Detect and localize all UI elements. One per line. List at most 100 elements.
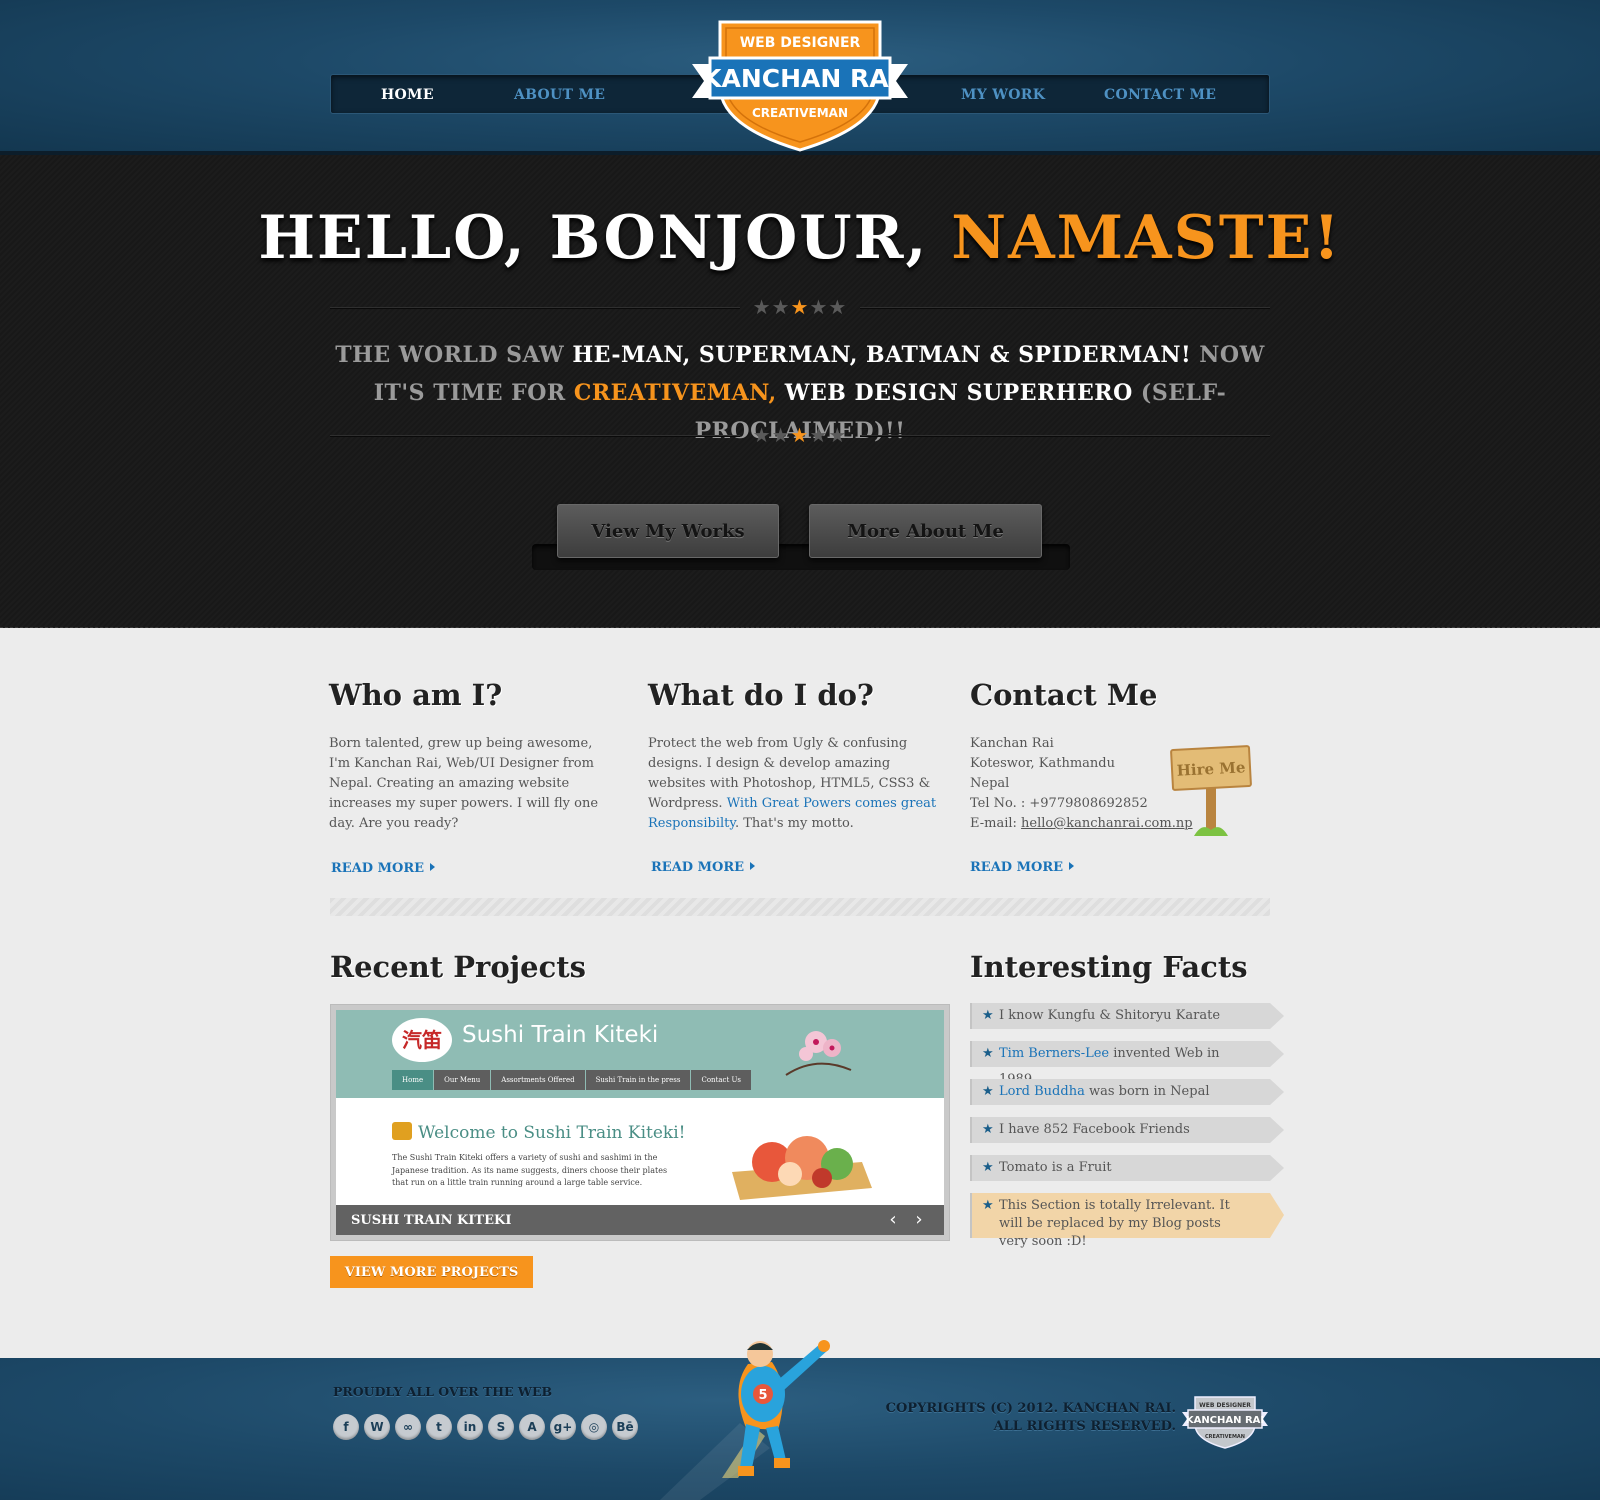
sushi-body-text: The Sushi Train Kiteki offers a variety … <box>392 1153 668 1187</box>
google-plus-icon[interactable]: g+ <box>550 1414 576 1440</box>
dribbble-ball-icon[interactable]: ◎ <box>581 1414 607 1440</box>
fact-label: Tomato is a Fruit <box>999 1160 1112 1175</box>
sushi-menu-item: Home <box>392 1070 435 1090</box>
sushi-menu-item: Contact Us <box>691 1070 752 1090</box>
footer-logo[interactable]: WEB DESIGNER KANCHAN RAI CREATIVEMAN <box>1180 1394 1270 1450</box>
footer-logo-bottom: CREATIVEMAN <box>1205 1434 1245 1440</box>
skype-icon[interactable]: S <box>488 1414 514 1440</box>
star-icon: ★ <box>982 1008 994 1023</box>
project-screenshot[interactable]: 汽笛 Sushi Train Kiteki Home Our Menu Asso… <box>336 1010 944 1235</box>
contact-title: Contact Me <box>970 678 1158 712</box>
logo-name-text: KANCHAN RAI <box>702 64 898 93</box>
fact-link[interactable]: Lord Buddha <box>999 1084 1085 1099</box>
divider-line <box>330 307 740 309</box>
fact-text: Tomato is a Fruit <box>972 1155 1270 1181</box>
fact-text: This Section is totally Irrelevant. It w… <box>972 1197 1270 1251</box>
fact-text: I have 852 Facebook Friends <box>972 1117 1270 1143</box>
logo-bottom-text: CREATIVEMAN <box>752 106 848 120</box>
footer-logo-name: KANCHAN RAI <box>1186 1415 1264 1426</box>
fact-item: ★ Tomato is a Fruit <box>970 1155 1284 1181</box>
behance-icon[interactable]: Bē <box>612 1414 638 1440</box>
contact-email-label: E-mail: <box>970 816 1022 831</box>
linkedin-icon[interactable]: in <box>457 1414 483 1440</box>
sushi-plate-image <box>732 1136 872 1200</box>
interesting-facts-title: Interesting Facts <box>970 950 1248 984</box>
more-about-me-button[interactable]: More About Me <box>809 504 1042 558</box>
fact-item: ★ I know Kungfu & Shitoryu Karate <box>970 1003 1284 1029</box>
fact-item-highlight: ★ This Section is totally Irrelevant. It… <box>970 1193 1284 1249</box>
fact-label: This Section is totally Irrelevant. It w… <box>999 1198 1230 1249</box>
next-arrow-icon[interactable]: › <box>909 1210 929 1230</box>
site-logo[interactable]: WEB DESIGNER KANCHAN RAI CREATIVEMAN <box>690 14 910 154</box>
deviantart-icon[interactable]: A <box>519 1414 545 1440</box>
sushi-site-name: Sushi Train Kiteki <box>462 1022 659 1048</box>
stars-icon: ★★★★★ <box>752 423 848 447</box>
read-more-label: READ MORE <box>331 861 425 876</box>
nav-work[interactable]: MY WORK <box>961 87 1045 103</box>
divider-line <box>860 435 1270 437</box>
fact-label: I have 852 Facebook Friends <box>999 1122 1190 1137</box>
tagline-heroes: HE-MAN, SUPERMAN, BATMAN <box>572 342 982 368</box>
dribbble-icon[interactable]: ∞ <box>395 1414 421 1440</box>
twitter-icon[interactable]: t <box>426 1414 452 1440</box>
star-divider-top: ★★★★★ <box>330 297 1270 317</box>
divider-line <box>860 307 1270 309</box>
wordpress-icon[interactable]: W <box>364 1414 390 1440</box>
star-icon: ★ <box>982 1122 994 1137</box>
view-my-works-button[interactable]: View My Works <box>557 504 779 558</box>
fact-label: I know Kungfu & Shitoryu Karate <box>999 1008 1221 1023</box>
nav-contact[interactable]: CONTACT ME <box>1104 87 1216 103</box>
fact-item: ★ Tim Berners-Lee invented Web in 1989 <box>970 1041 1284 1087</box>
who-am-i-title: Who am I? <box>329 678 503 712</box>
fact-text: Lord Buddha was born in Nepal <box>972 1079 1270 1105</box>
tagline-superhero: WEB DESIGN SUPERHERO <box>776 380 1133 406</box>
hire-me-sign[interactable]: Hire Me <box>1168 740 1256 840</box>
arrow-right-icon <box>750 862 756 870</box>
hero-title-white: HELLO, BONJOUR, <box>258 203 952 273</box>
what-do-i-do-title: What do I do? <box>648 678 874 712</box>
fact-item: ★ Lord Buddha was born in Nepal <box>970 1079 1284 1105</box>
facebook-icon[interactable]: f <box>333 1414 359 1440</box>
contact-phone: Tel No. : +9779808692852 <box>970 796 1148 811</box>
site-header: HOME ABOUT ME MY WORK CONTACT ME WEB DES… <box>0 0 1600 155</box>
section-divider-stripe <box>330 898 1270 916</box>
slide-caption: SUSHI TRAIN KITEKI ‹ › <box>336 1205 944 1235</box>
sushi-welcome-text: Welcome to Sushi Train Kiteki! <box>418 1123 686 1143</box>
hire-me-text: Hire Me <box>1176 758 1246 780</box>
contact-email-link[interactable]: hello@kanchanrai.com.np <box>1021 816 1193 831</box>
what-read-more-link[interactable]: READ MORE <box>651 860 756 875</box>
fact-text: I know Kungfu & Shitoryu Karate <box>972 1003 1270 1029</box>
who-am-i-column: Who am I? Born talented, grew up being a… <box>329 678 629 834</box>
logo-top-text: WEB DESIGNER <box>740 35 861 51</box>
tagline-creativeman: CREATIVEMAN, <box>573 380 777 406</box>
contact-read-more-link[interactable]: READ MORE <box>970 860 1075 875</box>
who-am-i-text: Born talented, grew up being awesome, I'… <box>329 736 599 831</box>
arrow-right-icon <box>430 863 436 871</box>
hero-section: HELLO, BONJOUR, NAMASTE! ★★★★★ THE WORLD… <box>0 155 1600 628</box>
hero-title-accent: NAMASTE! <box>951 203 1342 273</box>
fact-label: was born in Nepal <box>1084 1084 1210 1099</box>
who-read-more-link[interactable]: READ MORE <box>331 861 436 876</box>
sushi-menu-item: Sushi Train in the press <box>585 1070 692 1090</box>
contact-country: Nepal <box>970 776 1010 791</box>
social-label: PROUDLY ALL OVER THE WEB <box>333 1384 553 1399</box>
star-icon: ★ <box>982 1160 994 1175</box>
tagline-spiderman: SPIDERMAN! <box>1018 342 1192 368</box>
screenshot-header: 汽笛 Sushi Train Kiteki Home Our Menu Asso… <box>336 1010 944 1098</box>
site-footer: PROUDLY ALL OVER THE WEB f W ∞ t in S A … <box>0 1340 1600 1500</box>
hero-title: HELLO, BONJOUR, NAMASTE! <box>0 203 1600 273</box>
star-icon: ★ <box>982 1046 994 1061</box>
project-slider[interactable]: 汽笛 Sushi Train Kiteki Home Our Menu Asso… <box>330 1004 950 1241</box>
house-icon <box>392 1122 412 1140</box>
prev-arrow-icon[interactable]: ‹ <box>883 1210 903 1230</box>
nav-home[interactable]: HOME <box>381 87 434 103</box>
main-content: Who am I? Born talented, grew up being a… <box>0 628 1600 1358</box>
what-text: . That's my motto. <box>734 816 854 831</box>
star-icon: ★ <box>982 1084 994 1099</box>
stars-icon: ★★★★★ <box>752 295 848 319</box>
arrow-right-icon <box>1069 862 1075 870</box>
nav-about[interactable]: ABOUT ME <box>514 87 605 103</box>
what-do-i-do-column: What do I do? Protect the web from Ugly … <box>648 678 948 834</box>
view-more-projects-button[interactable]: VIEW MORE PROJECTS <box>330 1256 533 1288</box>
fact-link[interactable]: Tim Berners-Lee <box>999 1046 1109 1061</box>
